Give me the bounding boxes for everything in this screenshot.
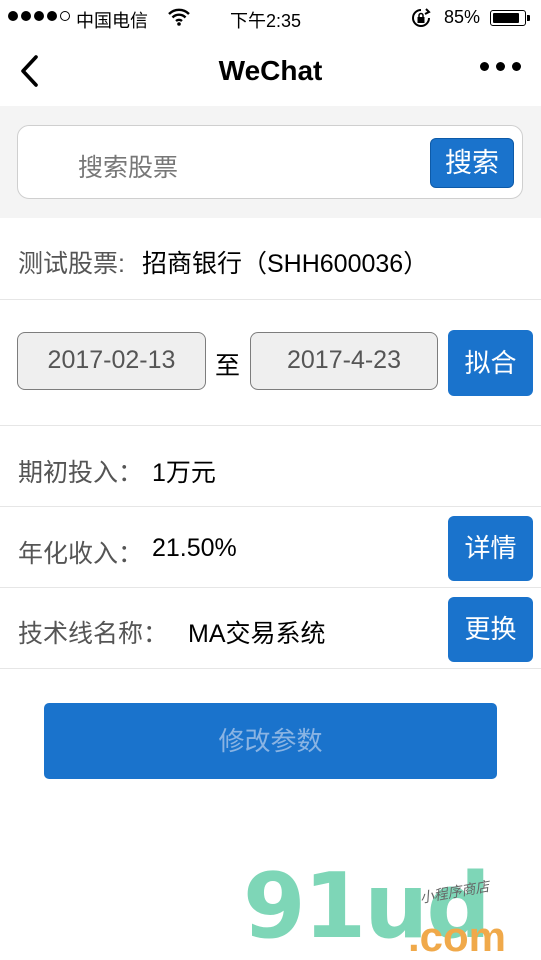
test-stock-value: 招商银行（SHH600036） [142, 250, 429, 278]
rotation-lock-icon [410, 7, 432, 34]
change-button[interactable]: 更换 [448, 597, 533, 662]
carrier-name: 中国电信 [76, 11, 148, 31]
status-bar: 中国电信 下午2:35 85% [0, 0, 541, 36]
initial-investment-label: 期初投入： [18, 459, 144, 487]
signal-dots-icon [8, 11, 70, 21]
page-title: WeChat [218, 55, 323, 86]
start-date-picker[interactable]: 2017-02-13 [17, 332, 206, 390]
annual-income-value: 21.50% [152, 534, 237, 562]
fit-button[interactable]: 拟合 [448, 330, 533, 396]
more-options-button[interactable] [480, 62, 521, 71]
date-range-row: 2017-02-13 至 2017-4-23 拟合 [0, 300, 541, 426]
initial-investment-row: 期初投入： 1万元 [0, 426, 541, 507]
search-button[interactable]: 搜索 [430, 138, 514, 188]
wifi-icon [168, 8, 190, 31]
battery-icon [490, 10, 530, 26]
test-stock-row: 测试股票: 招商银行（SHH600036） [0, 218, 541, 300]
more-dots-icon [480, 62, 489, 71]
search-section: 搜索股票 搜索 [0, 106, 541, 218]
annual-income-row: 年化收入： 21.50% 详情 [0, 507, 541, 588]
search-box: 搜索股票 搜索 [17, 125, 523, 199]
battery-percent: 85% [444, 7, 481, 27]
clock-time: 下午2:35 [230, 11, 302, 31]
modify-parameters-button[interactable]: 修改参数 [44, 703, 497, 779]
detail-button[interactable]: 详情 [448, 516, 533, 581]
annual-income-label: 年化收入： [18, 540, 144, 568]
technical-line-row: 技术线名称： MA交易系统 更换 [0, 588, 541, 669]
initial-investment-value: 1万元 [152, 459, 216, 487]
nav-bar: WeChat [0, 36, 541, 106]
date-separator: 至 [215, 352, 241, 380]
test-stock-label: 测试股票: [18, 250, 125, 278]
search-input[interactable]: 搜索股票 [78, 148, 178, 184]
watermark-domain: .com [408, 913, 507, 960]
technical-line-label: 技术线名称： [18, 620, 169, 648]
technical-line-value: MA交易系统 [188, 620, 326, 648]
end-date-picker[interactable]: 2017-4-23 [250, 332, 438, 390]
